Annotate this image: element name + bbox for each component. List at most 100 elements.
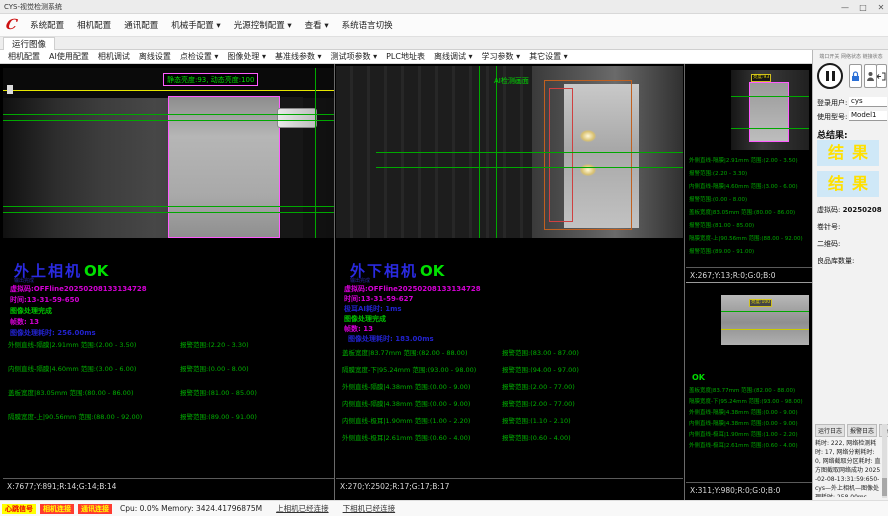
mini-top-pixel-coords: X:267;Y:13;R:0;G:0;B:0 bbox=[686, 267, 812, 281]
heartbeat-status-badge: 心跳信号 bbox=[2, 504, 36, 514]
toolbar: 相机配置 AI使用配置 相机调试 离线设置 点检设置 ▾ 图像处理 ▾ 基准线参… bbox=[0, 50, 812, 64]
center-ai-time: 极耳AI耗时: 1ms bbox=[344, 304, 402, 314]
tool-offline-debug[interactable]: 离线调试 ▾ bbox=[434, 51, 473, 62]
lock-icon bbox=[851, 71, 860, 82]
measure-line-green bbox=[3, 114, 334, 115]
center-done: 图像处理完成 bbox=[344, 314, 386, 324]
result-box-bottom: 结果 bbox=[817, 171, 879, 197]
measurement-row: 外侧直线-隔膜|2.91mm 范围:(2.00 - 3.50)报警范围:(2.2… bbox=[8, 339, 249, 349]
tool-test-params[interactable]: 测试项参数 ▾ bbox=[331, 51, 378, 62]
left-elapsed: 图像处理耗时: 256.00ms bbox=[10, 328, 96, 338]
measurement-row: 外侧直线-极耳|2.61mm 范围:(0.60 - 4.00)报警范围:(0.6… bbox=[342, 432, 571, 442]
menu-comm-config[interactable]: 通讯配置 bbox=[124, 19, 158, 31]
status-bar: 心跳信号 相机连接 通讯连接 Cpu: 0.0% Memory: 3424.41… bbox=[0, 500, 888, 516]
left-pixel-coords: X:7677;Y:891;R:14;G:14;B:14 bbox=[3, 478, 334, 492]
center-result-ok: OK bbox=[420, 262, 444, 280]
menu-robot-config[interactable]: 机械手配置 ▾ bbox=[171, 19, 220, 31]
qr-code-label: 二维码: bbox=[817, 239, 840, 249]
mini-text-row: 报警范围:(0.00 - 8.00) bbox=[689, 195, 811, 203]
left-output-note: 输出完成 bbox=[14, 277, 34, 284]
model-field[interactable]: Model1 bbox=[849, 111, 887, 121]
tab-alarm-log[interactable]: 报警日志 bbox=[847, 424, 877, 437]
main-view-area: 静态亮度:93, 动态亮度:100 外上相机OK 输出完成 虚拟码:OFFlin… bbox=[0, 64, 812, 500]
center-barcode: 虚拟码:OFFline20250208133134728 bbox=[344, 284, 481, 294]
left-frame-count: 帧数: 13 bbox=[10, 317, 39, 327]
mini-text-row: 报警范围:(2.20 - 3.30) bbox=[689, 169, 811, 177]
tool-camera-debug[interactable]: 相机调试 bbox=[98, 51, 130, 62]
measurement-row: 盖板宽度|83.05mm 范围:(80.00 - 86.00)报警范围:(81.… bbox=[8, 387, 257, 397]
center-output-note: 输出完成 bbox=[350, 277, 370, 284]
camera-view-outer-bottom[interactable]: AI检测画面 bbox=[336, 66, 683, 238]
virtual-code-label: 虚拟码: 20250208 bbox=[817, 205, 882, 215]
cell-roi-magenta bbox=[168, 96, 280, 238]
tab-run-image[interactable]: 运行图像 bbox=[3, 37, 55, 50]
mini-overlay-label: 亮度:100 bbox=[749, 299, 772, 307]
lock-button[interactable] bbox=[849, 64, 862, 88]
tool-image-processing[interactable]: 图像处理 ▾ bbox=[227, 51, 266, 62]
virtual-code-value: 20250208 bbox=[843, 206, 882, 214]
roi-rect-red bbox=[549, 88, 573, 222]
mini-text-row: 盖板宽度|83.77mm 范围:(82.00 - 88.00) bbox=[689, 386, 811, 394]
highlight-spot bbox=[580, 164, 596, 176]
center-elapsed: 图像处理耗时: 183.00ms bbox=[348, 334, 434, 344]
tool-offline-settings[interactable]: 离线设置 bbox=[139, 51, 171, 62]
mini-text-row: 隔膜宽度-上|90.56mm 范围:(88.00 - 92.00) bbox=[689, 234, 811, 242]
tool-spot-check[interactable]: 点检设置 ▾ bbox=[180, 51, 219, 62]
left-barcode: 虚拟码:OFFline20250208133134728 bbox=[10, 284, 147, 294]
menu-camera-config[interactable]: 相机配置 bbox=[77, 19, 111, 31]
camera-view-outer-top[interactable]: 静态亮度:93, 动态亮度:100 bbox=[3, 68, 334, 238]
exit-button[interactable] bbox=[876, 64, 887, 88]
log-scrollbar-thumb[interactable] bbox=[882, 478, 887, 496]
mini-camera-view-bottom[interactable]: 亮度:100 OK 盖板宽度|83.77mm 范围:(82.00 - 88.00… bbox=[686, 285, 812, 497]
tab-strip: 运行图像 bbox=[0, 37, 888, 50]
measurement-row: 内侧直线-隔膜|4.38mm 范围:(0.00 - 9.00)报警范围:(2.0… bbox=[342, 398, 575, 408]
good-stock-label: 良品库数量: bbox=[817, 256, 854, 266]
menu-system-config[interactable]: 系统配置 bbox=[30, 19, 64, 31]
tool-ai-config[interactable]: AI使用配置 bbox=[49, 51, 89, 62]
tool-learning-params[interactable]: 学习参数 ▾ bbox=[482, 51, 521, 62]
result-box-top: 结果 bbox=[817, 140, 879, 166]
log-text: 耗时: 222, 网络检测耗时: 17, 网络分割耗时: 0, 网络截取分区耗时… bbox=[815, 439, 881, 497]
comm-connect-badge: 通讯连接 bbox=[78, 504, 112, 514]
control-sidebar: 端口开关 网络状态 链接状态 登录用户: cys 使用型号: Model1 总结… bbox=[812, 50, 888, 500]
tool-plc-address[interactable]: PLC地址表 bbox=[386, 51, 425, 62]
panel-divider bbox=[334, 64, 335, 500]
mini-text-row: 外侧直线-极耳|2.61mm 范围:(0.60 - 4.00) bbox=[689, 441, 811, 449]
mini-text-row: 内侧直线-隔膜|4.60mm 范围:(3.00 - 6.00) bbox=[689, 182, 811, 190]
minimize-icon[interactable]: — bbox=[840, 3, 850, 12]
app-logo-icon: C bbox=[5, 18, 19, 32]
menu-language-switch[interactable]: 系统语言切换 bbox=[342, 19, 393, 31]
tool-baseline-params[interactable]: 基准线参数 ▾ bbox=[275, 51, 322, 62]
mini-text-row: 内侧直线-极耳|1.90mm 范围:(1.00 - 2.20) bbox=[689, 430, 811, 438]
login-user-field[interactable]: cys bbox=[849, 97, 887, 107]
measurement-row: 盖板宽度|83.77mm 范围:(82.00 - 88.00)报警范围:(83.… bbox=[342, 347, 579, 357]
login-user-label: 登录用户: bbox=[817, 98, 847, 108]
window-controls: — □ ✕ bbox=[840, 0, 886, 14]
menu-light-config[interactable]: 光源控制配置 ▾ bbox=[234, 19, 292, 31]
measurement-row: 隔膜宽度-下|95.24mm 范围:(93.00 - 98.00)报警范围:(9… bbox=[342, 364, 579, 374]
left-time: 时间:13-31-59-650 bbox=[10, 295, 79, 305]
tab-run-log[interactable]: 运行日志 bbox=[815, 424, 845, 437]
close-icon[interactable]: ✕ bbox=[876, 3, 886, 12]
tool-other-settings[interactable]: 其它设置 ▾ bbox=[529, 51, 568, 62]
camera-connect-badge: 相机连接 bbox=[40, 504, 74, 514]
measurement-row: 内侧直线-隔膜|4.60mm 范围:(3.00 - 6.00)报警范围:(0.0… bbox=[8, 363, 249, 373]
mini-camera-view-top[interactable]: 亮度:93 外侧直线-隔膜|2.91mm 范围:(2.00 - 3.50) 报警… bbox=[686, 64, 812, 282]
menu-bar: C 系统配置 相机配置 通讯配置 机械手配置 ▾ 光源控制配置 ▾ 查看 ▾ 系… bbox=[0, 14, 888, 37]
title-bar: CYS-视觉检测系统 — □ ✕ bbox=[0, 0, 888, 14]
panel-divider bbox=[684, 64, 685, 500]
edge-marker bbox=[7, 85, 13, 94]
window-title: CYS-视觉检测系统 bbox=[4, 2, 62, 12]
reference-line-yellow bbox=[3, 90, 334, 91]
menu-view[interactable]: 查看 ▾ bbox=[305, 19, 329, 31]
measure-line-green-vertical bbox=[315, 68, 316, 238]
tool-camera-config[interactable]: 相机配置 bbox=[8, 51, 40, 62]
maximize-icon[interactable]: □ bbox=[858, 3, 868, 12]
model-label: 使用型号: bbox=[817, 112, 847, 122]
left-result-ok: OK bbox=[84, 262, 108, 280]
pin-number-label: 卷针号: bbox=[817, 222, 840, 232]
mini-text-row: 盖板宽度|83.05mm 范围:(80.00 - 86.00) bbox=[689, 208, 811, 216]
pause-button[interactable] bbox=[817, 63, 843, 89]
measure-line-green bbox=[3, 206, 334, 207]
nozzle-image bbox=[277, 108, 317, 128]
